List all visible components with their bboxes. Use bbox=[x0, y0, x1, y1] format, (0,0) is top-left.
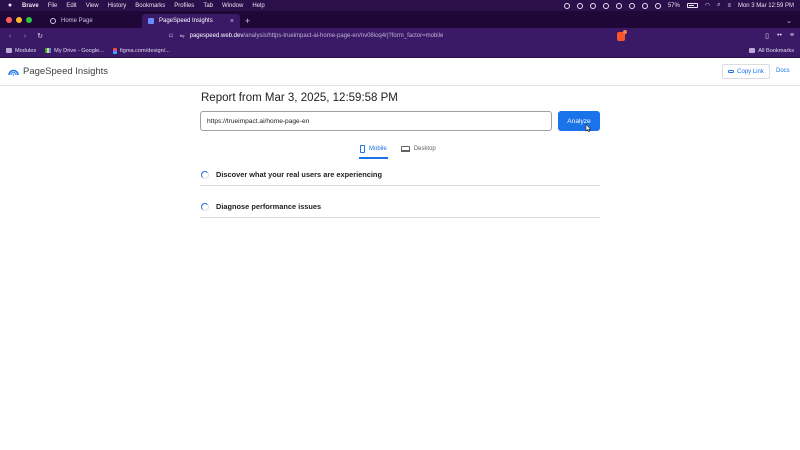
menu-bookmarks[interactable]: Bookmarks bbox=[135, 3, 165, 9]
tab-label: Mobile bbox=[369, 146, 387, 152]
bookmark-label: Modules bbox=[15, 47, 37, 54]
site-settings-icon[interactable]: ⇋ bbox=[180, 33, 185, 40]
link-icon bbox=[728, 70, 735, 73]
status-app-icon-2[interactable] bbox=[589, 2, 596, 9]
close-tab-icon[interactable]: × bbox=[230, 18, 234, 25]
menu-profiles[interactable]: Profiles bbox=[174, 3, 194, 9]
menu-help[interactable]: Help bbox=[252, 3, 264, 9]
apple-menu-icon[interactable]: ● bbox=[6, 2, 14, 9]
copy-link-button[interactable]: Copy Link bbox=[722, 64, 770, 79]
clock[interactable]: Mon 3 Mar 12:59 PM bbox=[738, 3, 794, 9]
tab-label: Desktop bbox=[413, 146, 436, 152]
menu-app-name[interactable]: Brave bbox=[22, 3, 39, 9]
status-area: 57% ◠ ⌕ ≡ Mon 3 Mar 12:59 PM bbox=[563, 2, 794, 9]
section-diagnose-performance[interactable]: Diagnose performance issues bbox=[200, 196, 600, 218]
status-app-icon-3[interactable] bbox=[602, 2, 609, 9]
folder-icon bbox=[749, 48, 756, 53]
window-controls bbox=[6, 11, 32, 28]
forward-icon[interactable]: › bbox=[21, 33, 29, 40]
url-input[interactable] bbox=[200, 111, 552, 131]
sidebar-icon[interactable]: ▯ bbox=[765, 32, 769, 40]
menu-icon[interactable]: ≡ bbox=[790, 32, 794, 40]
psi-header: PageSpeed Insights Copy Link Docs bbox=[0, 58, 800, 86]
toolbar-right: ▯ •• ≡ bbox=[765, 32, 794, 40]
tab-mobile[interactable]: Mobile bbox=[359, 142, 388, 159]
tab-pagespeed-insights[interactable]: PageSpeed Insights × bbox=[142, 14, 240, 28]
back-icon[interactable]: ‹ bbox=[6, 33, 14, 40]
google-drive-icon bbox=[45, 48, 52, 53]
figma-icon bbox=[112, 47, 117, 54]
bookmark-label: figma.com/design/... bbox=[119, 47, 170, 54]
menu-history[interactable]: History bbox=[108, 3, 127, 9]
section-heading: Diagnose performance issues bbox=[216, 202, 322, 211]
brave-shields-icon[interactable] bbox=[616, 29, 627, 41]
laptop-icon bbox=[400, 146, 410, 152]
menu-file[interactable]: File bbox=[48, 3, 58, 9]
smartphone-icon bbox=[360, 145, 365, 153]
pagespeed-favicon-icon bbox=[148, 18, 154, 24]
control-center-icon[interactable]: ≡ bbox=[727, 3, 731, 9]
pagespeed-logo-icon bbox=[8, 69, 19, 76]
status-app-icon-5[interactable] bbox=[628, 2, 635, 9]
browser-toolbar: ‹ › ↻ ⌑ ⇋ pagespeed.web.dev/analysis/htt… bbox=[0, 28, 800, 44]
menu-window[interactable]: Window bbox=[222, 3, 243, 9]
docs-link[interactable]: Docs bbox=[776, 68, 790, 74]
new-tab-icon[interactable]: + bbox=[245, 14, 250, 28]
loading-spinner-icon bbox=[201, 202, 209, 211]
bookmark-modules[interactable]: Modules bbox=[6, 48, 36, 54]
bookmark-my-drive[interactable]: My Drive - Google... bbox=[45, 48, 104, 54]
status-app-icon[interactable] bbox=[576, 2, 583, 9]
loading-spinner-icon bbox=[201, 170, 209, 179]
tab-search-chevron-icon[interactable]: ⌄ bbox=[786, 14, 792, 28]
brand-name: PageSpeed Insights bbox=[23, 66, 109, 77]
psi-logo[interactable]: PageSpeed Insights bbox=[8, 66, 108, 77]
page-content: PageSpeed Insights Copy Link Docs Report… bbox=[0, 58, 800, 450]
play-icon[interactable] bbox=[654, 2, 661, 9]
tab-desktop[interactable]: Desktop bbox=[400, 142, 436, 156]
search-icon[interactable]: ⌕ bbox=[717, 2, 720, 9]
tab-title: PageSpeed Insights bbox=[159, 18, 213, 24]
minimize-window-button[interactable] bbox=[16, 16, 22, 23]
record-icon[interactable] bbox=[563, 2, 570, 9]
menu-tab[interactable]: Tab bbox=[203, 3, 213, 9]
section-real-users[interactable]: Discover what your real users are experi… bbox=[200, 164, 600, 186]
all-bookmarks[interactable]: All Bookmarks bbox=[749, 48, 794, 54]
report-title: Report from Mar 3, 2025, 12:59:58 PM bbox=[201, 92, 398, 104]
address-bar[interactable]: ⇋ pagespeed.web.dev/analysis/https-truei… bbox=[180, 31, 610, 42]
bookmark-icon[interactable]: ⌑ bbox=[169, 32, 173, 40]
headphones-icon[interactable] bbox=[641, 2, 648, 9]
status-app-icon-4[interactable] bbox=[615, 2, 622, 9]
tab-strip: Home Page PageSpeed Insights × + ⌄ bbox=[0, 11, 800, 28]
section-heading: Discover what your real users are experi… bbox=[216, 170, 382, 179]
tab-title: Home Page bbox=[61, 18, 93, 24]
bookmark-label: My Drive - Google... bbox=[54, 47, 104, 54]
zoom-window-button[interactable] bbox=[26, 16, 32, 23]
all-bookmarks-label: All Bookmarks bbox=[758, 47, 794, 54]
battery-icon[interactable] bbox=[686, 3, 698, 8]
globe-icon bbox=[50, 18, 56, 24]
url-host: pagespeed.web.dev bbox=[189, 33, 244, 39]
analyze-button[interactable]: Analyze bbox=[558, 111, 600, 131]
url-path: /analysis/https-trueimpact-ai-home-page-… bbox=[243, 33, 444, 39]
close-window-button[interactable] bbox=[6, 16, 12, 23]
bookmark-figma[interactable]: figma.com/design/... bbox=[112, 47, 170, 54]
folder-icon bbox=[6, 48, 12, 53]
bookmarks-bar: Modules My Drive - Google... figma.com/d… bbox=[0, 44, 800, 58]
wallet-icon[interactable]: •• bbox=[777, 32, 782, 40]
copy-link-label: Copy Link bbox=[737, 68, 764, 75]
pointer-cursor-icon bbox=[585, 124, 591, 132]
battery-percent: 57% bbox=[667, 2, 680, 9]
macos-menubar: ● Brave File Edit View History Bookmarks… bbox=[0, 0, 800, 11]
wifi-icon[interactable]: ◠ bbox=[705, 2, 710, 9]
reload-icon[interactable]: ↻ bbox=[36, 32, 44, 40]
tab-home-page[interactable]: Home Page bbox=[44, 14, 142, 28]
device-tabs: Mobile Desktop bbox=[359, 142, 436, 159]
menu-edit[interactable]: Edit bbox=[66, 3, 76, 9]
menu-view[interactable]: View bbox=[86, 3, 99, 9]
